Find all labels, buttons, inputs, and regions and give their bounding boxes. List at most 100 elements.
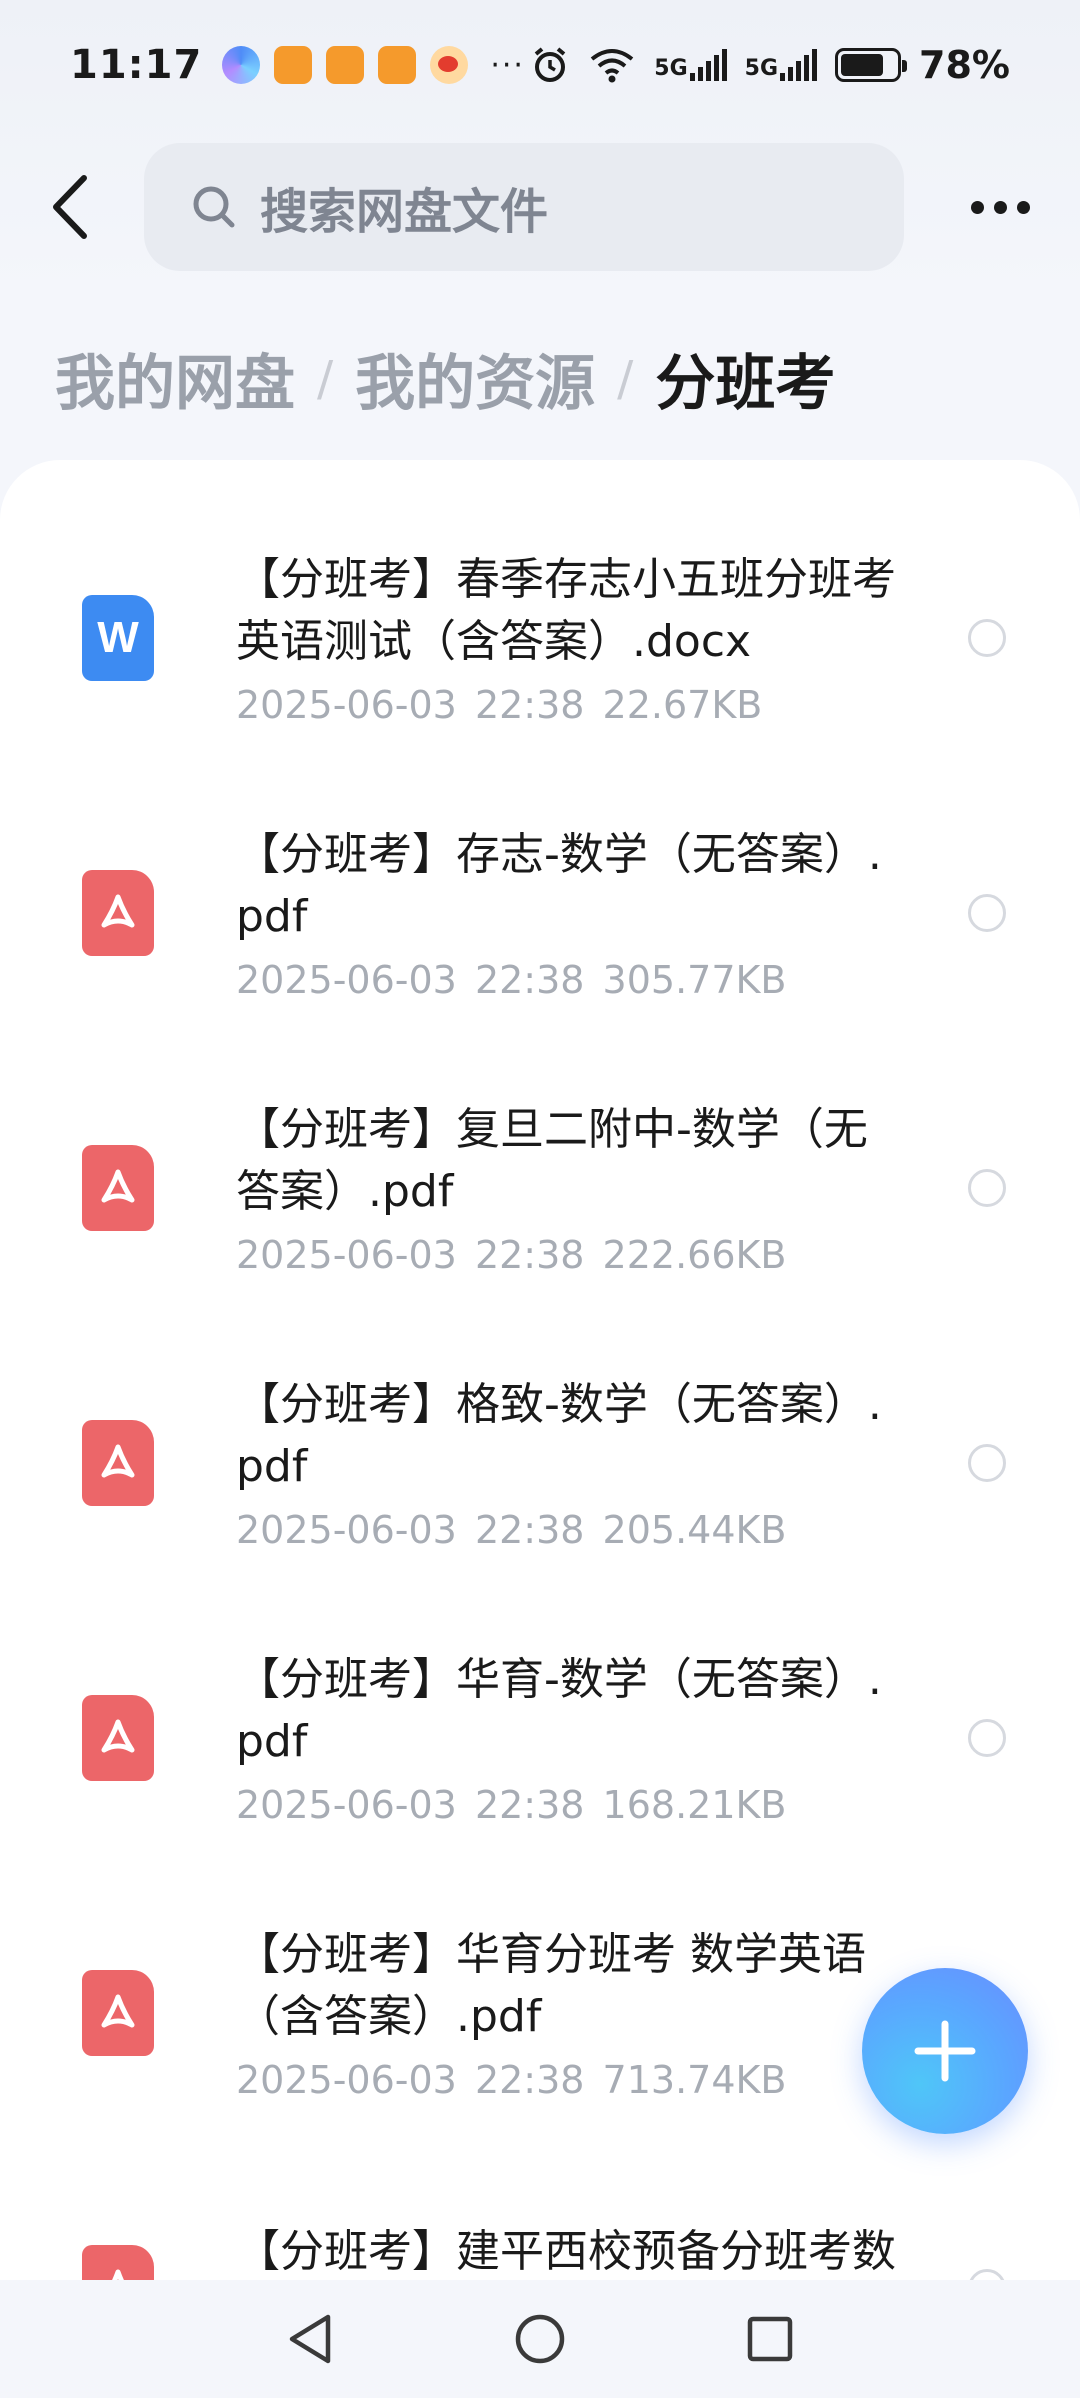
file-text: 【分班考】春季存志小五班分班考英语测试（含答案）.docx 2025-06-03… bbox=[236, 549, 896, 727]
select-checkbox[interactable] bbox=[968, 1443, 1006, 1482]
file-name: 【分班考】华育分班考 数学英语（含答案）.pdf bbox=[236, 1928, 866, 2042]
top-bar: 搜索网盘文件 bbox=[0, 140, 1080, 274]
file-size: 205.44KB bbox=[602, 1507, 787, 1552]
file-time: 22:38 bbox=[474, 1507, 585, 1552]
file-time: 22:38 bbox=[474, 2057, 585, 2102]
weibo-icon bbox=[430, 46, 469, 84]
breadcrumb-item-my-resources[interactable]: 我的资源 bbox=[355, 335, 595, 422]
battery-icon bbox=[835, 48, 908, 82]
breadcrumb-item-current: 分班考 bbox=[655, 349, 836, 419]
select-checkbox[interactable] bbox=[968, 893, 1006, 932]
file-row[interactable]: 【分班考】存志-数学（无答案）.pdf 2025-06-03 22:38 305… bbox=[0, 775, 1080, 1050]
select-checkbox[interactable] bbox=[968, 1168, 1006, 1207]
select-checkbox[interactable] bbox=[968, 618, 1006, 657]
square-recents-icon bbox=[747, 2316, 793, 2362]
file-text: 【分班考】建平西校预备分班考数学试卷（含答案））(1).pdf bbox=[236, 2221, 896, 2281]
add-button[interactable] bbox=[862, 1968, 1028, 2134]
more-dot-icon bbox=[971, 200, 984, 214]
battery-fill bbox=[841, 54, 884, 76]
word-doc-icon: W bbox=[82, 594, 154, 681]
file-meta: 2025-06-03 22:38 168.21KB bbox=[236, 1783, 896, 1827]
file-meta: 2025-06-03 22:38 713.74KB bbox=[236, 2058, 896, 2102]
file-text: 【分班考】华育-数学（无答案）.pdf 2025-06-03 22:38 168… bbox=[236, 1649, 896, 1827]
status-right: 5G 5G 78% bbox=[530, 43, 1010, 87]
triangle-back-icon bbox=[289, 2314, 331, 2364]
file-name: 【分班考】华育-数学（无答案）.pdf bbox=[236, 1653, 882, 1767]
file-date: 2025-06-03 bbox=[236, 1232, 457, 1277]
app-notification-icon bbox=[378, 46, 417, 84]
app-notification-icon bbox=[222, 46, 261, 84]
screen: 11:17 ··· 5G 5G 78% 搜索网盘文件 我的网盘 / 我的资源 /… bbox=[0, 0, 1080, 2398]
wifi-icon bbox=[591, 49, 634, 83]
pdf-icon bbox=[82, 1419, 154, 1506]
signal-bars-icon bbox=[689, 49, 727, 81]
more-notifications: ··· bbox=[490, 47, 525, 83]
search-input[interactable]: 搜索网盘文件 bbox=[144, 143, 904, 271]
word-letter: W bbox=[97, 612, 139, 662]
pdf-icon bbox=[82, 1694, 154, 1781]
pdf-icon bbox=[82, 1969, 154, 2056]
breadcrumb: 我的网盘 / 我的资源 / 分班考 bbox=[55, 335, 835, 422]
more-options-button[interactable] bbox=[971, 200, 1030, 214]
status-time: 11:17 bbox=[70, 42, 203, 88]
acrobat-icon bbox=[101, 894, 135, 927]
file-time: 22:38 bbox=[474, 682, 585, 727]
battery-percent: 78% bbox=[919, 43, 1010, 87]
search-icon bbox=[193, 186, 235, 228]
file-name: 【分班考】复旦二附中-数学（无答案）.pdf bbox=[236, 1103, 868, 1217]
file-size: 222.66KB bbox=[602, 1232, 787, 1277]
file-name: 【分班考】建平西校预备分班考数学试卷（含答案））(1).pdf bbox=[236, 2225, 896, 2277]
nav-home-button[interactable] bbox=[425, 2280, 655, 2398]
file-meta: 2025-06-03 22:38 222.66KB bbox=[236, 1233, 896, 1277]
file-time: 22:38 bbox=[474, 1232, 585, 1277]
file-date: 2025-06-03 bbox=[236, 682, 457, 727]
file-name: 【分班考】春季存志小五班分班考英语测试（含答案）.docx bbox=[236, 553, 896, 667]
file-text: 【分班考】华育分班考 数学英语（含答案）.pdf 2025-06-03 22:3… bbox=[236, 1924, 896, 2102]
acrobat-icon bbox=[101, 1169, 135, 1202]
select-checkbox[interactable] bbox=[968, 2268, 1006, 2280]
file-date: 2025-06-03 bbox=[236, 1507, 457, 1552]
pdf-icon bbox=[82, 2244, 154, 2280]
file-row[interactable]: W 【分班考】春季存志小五班分班考英语测试（含答案）.docx 2025-06-… bbox=[0, 500, 1080, 775]
file-size: 22.67KB bbox=[602, 682, 763, 727]
file-meta: 2025-06-03 22:38 305.77KB bbox=[236, 958, 896, 1002]
file-time: 22:38 bbox=[474, 957, 585, 1002]
breadcrumb-separator: / bbox=[617, 350, 634, 407]
nav-back-button[interactable] bbox=[195, 2280, 425, 2398]
plus-icon bbox=[914, 2020, 976, 2082]
file-time: 22:38 bbox=[474, 1782, 585, 1827]
system-nav-bar bbox=[0, 2280, 1080, 2398]
file-name: 【分班考】存志-数学（无答案）.pdf bbox=[236, 828, 882, 942]
alarm-icon bbox=[535, 47, 566, 82]
chevron-left-icon bbox=[53, 175, 87, 239]
pdf-icon bbox=[82, 1144, 154, 1231]
file-size: 305.77KB bbox=[602, 957, 787, 1002]
file-row[interactable]: 【分班考】华育-数学（无答案）.pdf 2025-06-03 22:38 168… bbox=[0, 1600, 1080, 1875]
acrobat-icon bbox=[111, 2269, 125, 2280]
file-size: 168.21KB bbox=[602, 1782, 787, 1827]
file-meta: 2025-06-03 22:38 205.44KB bbox=[236, 1508, 896, 1552]
select-checkbox[interactable] bbox=[968, 1718, 1006, 1757]
back-button[interactable] bbox=[0, 140, 140, 274]
file-row[interactable]: 【分班考】建平西校预备分班考数学试卷（含答案））(1).pdf bbox=[0, 2150, 1080, 2280]
breadcrumb-item-my-drive[interactable]: 我的网盘 bbox=[55, 335, 295, 422]
signal-2: 5G bbox=[744, 49, 818, 81]
nav-recents-button[interactable] bbox=[655, 2280, 885, 2398]
more-dot-icon bbox=[1017, 200, 1030, 214]
search-placeholder: 搜索网盘文件 bbox=[260, 184, 549, 240]
signal-1: 5G bbox=[654, 49, 727, 81]
file-row[interactable]: 【分班考】复旦二附中-数学（无答案）.pdf 2025-06-03 22:38 … bbox=[0, 1050, 1080, 1325]
signal-2-label: 5G bbox=[744, 56, 779, 81]
file-date: 2025-06-03 bbox=[236, 2057, 457, 2102]
file-meta: 2025-06-03 22:38 22.67KB bbox=[236, 683, 896, 727]
status-bar: 11:17 ··· 5G 5G 78% bbox=[0, 0, 1080, 130]
file-row[interactable]: 【分班考】格致-数学（无答案）.pdf 2025-06-03 22:38 205… bbox=[0, 1325, 1080, 1600]
acrobat-icon bbox=[101, 1444, 135, 1477]
pdf-icon bbox=[82, 869, 154, 956]
app-notification-icon bbox=[274, 46, 313, 84]
file-text: 【分班考】格致-数学（无答案）.pdf 2025-06-03 22:38 205… bbox=[236, 1374, 896, 1552]
signal-1-label: 5G bbox=[654, 56, 688, 81]
circle-home-icon bbox=[515, 2314, 565, 2364]
acrobat-icon bbox=[101, 1719, 135, 1752]
acrobat-icon bbox=[101, 1994, 135, 2027]
